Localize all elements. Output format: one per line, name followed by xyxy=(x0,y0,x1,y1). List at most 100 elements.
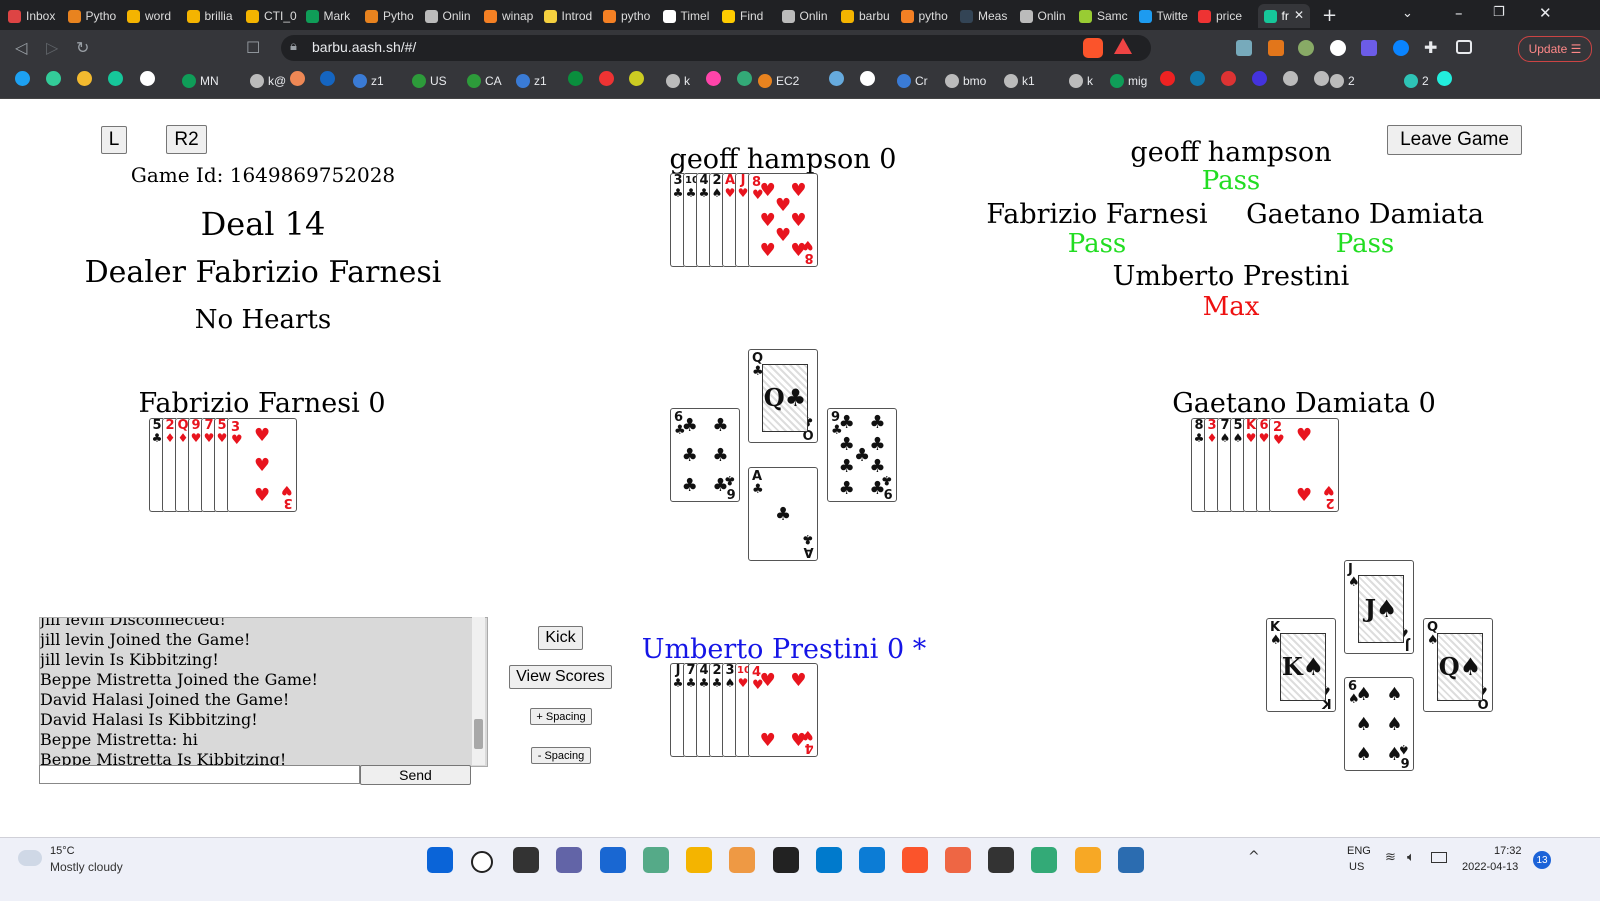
bookmark-icon[interactable]: ☐ xyxy=(246,38,260,57)
taskbar-app-icon-6[interactable] xyxy=(686,847,712,873)
taskbar-app-icon-8[interactable] xyxy=(773,847,799,873)
bookmark-2[interactable]: z1 xyxy=(353,71,384,91)
browser-tab-20[interactable]: price xyxy=(1198,4,1253,28)
bookmark-icon-3[interactable] xyxy=(108,71,123,86)
browser-tab-10[interactable]: pytho xyxy=(603,4,658,28)
bookmark-icon-12[interactable] xyxy=(829,71,844,86)
chat-scrollbar[interactable] xyxy=(472,617,485,765)
bookmark-9[interactable]: bmo xyxy=(945,71,986,91)
browser-tab-9[interactable]: Introd xyxy=(543,4,599,28)
back-icon[interactable]: ◁ xyxy=(15,38,27,57)
bookmark-icon-20[interactable] xyxy=(1437,71,1452,86)
bookmark-12[interactable]: mig xyxy=(1110,71,1147,91)
extension-icon-1[interactable] xyxy=(1236,40,1252,56)
kick-button[interactable]: Kick xyxy=(538,626,583,650)
forward-icon[interactable]: ▷ xyxy=(46,38,58,57)
brave-shield-icon[interactable] xyxy=(1083,38,1103,58)
bookmark-icon-6[interactable] xyxy=(320,71,335,86)
browser-tab-19[interactable]: Twitte xyxy=(1138,4,1194,28)
bookmark-icon-13[interactable] xyxy=(860,71,875,86)
minus-spacing-button[interactable]: - Spacing xyxy=(531,747,591,764)
browser-tab-0[interactable]: Inbox xyxy=(8,4,63,28)
bookmark-icon-2[interactable] xyxy=(77,71,92,86)
bookmark-icon-15[interactable] xyxy=(1190,71,1205,86)
bookmark-4[interactable]: CA xyxy=(467,71,502,91)
bookmark-icon-4[interactable] xyxy=(140,71,155,86)
bookmark-icon-14[interactable] xyxy=(1160,71,1175,86)
browser-tab-11[interactable]: Timel xyxy=(662,4,718,28)
taskbar-app-icon-9[interactable] xyxy=(816,847,842,873)
bookmark-11[interactable]: k xyxy=(1069,71,1093,91)
taskbar-app-icon-11[interactable] xyxy=(902,847,928,873)
taskbar-app-icon-2[interactable] xyxy=(513,847,539,873)
chat-log[interactable]: jill levin Disconnected! jill levin Joine… xyxy=(39,617,488,767)
taskbar-app-icon-16[interactable] xyxy=(1118,847,1144,873)
view-scores-button[interactable]: View Scores xyxy=(509,665,612,689)
taskbar-app-icon-10[interactable] xyxy=(859,847,885,873)
metamask-icon[interactable] xyxy=(1268,40,1284,56)
reload-icon[interactable]: ↻ xyxy=(76,38,89,57)
leave-game-button[interactable]: Leave Game xyxy=(1387,125,1522,155)
taskbar-app-icon-13[interactable] xyxy=(988,847,1014,873)
volume-icon[interactable]: 🔈︎ xyxy=(1407,850,1415,865)
notification-badge[interactable]: 13 xyxy=(1533,851,1551,869)
new-tab-button[interactable]: + xyxy=(1322,5,1337,26)
hand-south-card-3[interactable]: 2 ♣ xyxy=(709,663,723,757)
browser-tab-5[interactable]: Mark xyxy=(305,4,361,28)
update-button[interactable]: Update ☰ xyxy=(1518,36,1592,62)
hand-south-card-6[interactable]: 4 ♥ 4 ♥ ♥ ♥ ♥ ♥ xyxy=(748,663,818,757)
extension-icon-3[interactable] xyxy=(1298,40,1314,56)
browser-tab-14[interactable]: barbu xyxy=(841,4,896,28)
browser-tab-1[interactable]: Pytho xyxy=(67,4,123,28)
browser-tab-4[interactable]: CTI_0 xyxy=(246,4,301,28)
r2-button[interactable]: R2 xyxy=(166,125,207,154)
taskbar-app-icon-14[interactable] xyxy=(1031,847,1057,873)
clock-time[interactable]: 17:32 xyxy=(1494,845,1522,857)
taskbar-app-icon-15[interactable] xyxy=(1075,847,1101,873)
battery-icon[interactable] xyxy=(1431,852,1447,863)
extension-icon-6[interactable] xyxy=(1393,40,1409,56)
bookmark-icon-0[interactable] xyxy=(15,71,30,86)
browser-tab-12[interactable]: Find xyxy=(722,4,777,28)
weather-cloud-icon[interactable] xyxy=(18,850,42,866)
taskbar-app-icon-5[interactable] xyxy=(643,847,669,873)
bookmark-5[interactable]: z1 xyxy=(516,71,547,91)
hand-south-card-2[interactable]: 4 ♣ xyxy=(696,663,710,757)
restore-button[interactable]: ❐ xyxy=(1493,5,1505,20)
browser-tab-13[interactable]: Onlin xyxy=(781,4,837,28)
taskbar-app-icon-7[interactable] xyxy=(729,847,755,873)
extensions-puzzle-icon[interactable]: ✚ xyxy=(1424,38,1437,57)
bookmark-icon-11[interactable] xyxy=(737,71,752,86)
taskbar-app-icon-1[interactable] xyxy=(471,851,493,873)
tray-chevron-icon[interactable]: ^ xyxy=(1248,849,1260,865)
hand-south-card-1[interactable]: 7 ♣ xyxy=(683,663,697,757)
bookmark-icon-19[interactable] xyxy=(1314,71,1329,86)
extension-icon-5[interactable] xyxy=(1361,40,1377,56)
chat-input[interactable] xyxy=(39,765,360,784)
lang-us[interactable]: US xyxy=(1349,861,1364,873)
bookmark-icon-1[interactable] xyxy=(46,71,61,86)
clock-date[interactable]: 2022-04-13 xyxy=(1462,861,1518,873)
taskbar-app-icon-12[interactable] xyxy=(945,847,971,873)
browser-tab-16[interactable]: Meas xyxy=(960,4,1015,28)
browser-tab-3[interactable]: brillia xyxy=(186,4,242,28)
taskbar-app-icon-0[interactable] xyxy=(427,847,453,873)
minimize-button[interactable]: – xyxy=(1455,4,1463,22)
bookmark-0[interactable]: MN xyxy=(182,71,219,91)
chat-scroll-thumb[interactable] xyxy=(474,719,483,749)
browser-tab-2[interactable]: word xyxy=(127,4,182,28)
hand-south-card-0[interactable]: J ♣ xyxy=(670,663,684,757)
wifi-icon[interactable]: ≋ xyxy=(1385,850,1396,865)
taskbar-app-icon-3[interactable] xyxy=(556,847,582,873)
tab-close-icon[interactable]: ✕ xyxy=(1294,8,1304,22)
wallet-icon[interactable] xyxy=(1456,40,1472,54)
bookmark-14[interactable]: 2 xyxy=(1404,71,1429,91)
browser-tab-17[interactable]: Onlin xyxy=(1019,4,1075,28)
send-button[interactable]: Send xyxy=(360,765,471,785)
browser-tab-18[interactable]: Samc xyxy=(1079,4,1134,28)
bookmark-icon-16[interactable] xyxy=(1221,71,1236,86)
bookmark-1[interactable]: k@ xyxy=(250,71,286,91)
hand-south-card-5[interactable]: 10 ♥ xyxy=(735,663,751,757)
close-window-button[interactable]: ✕ xyxy=(1539,4,1552,22)
bookmark-6[interactable]: k xyxy=(666,71,690,91)
